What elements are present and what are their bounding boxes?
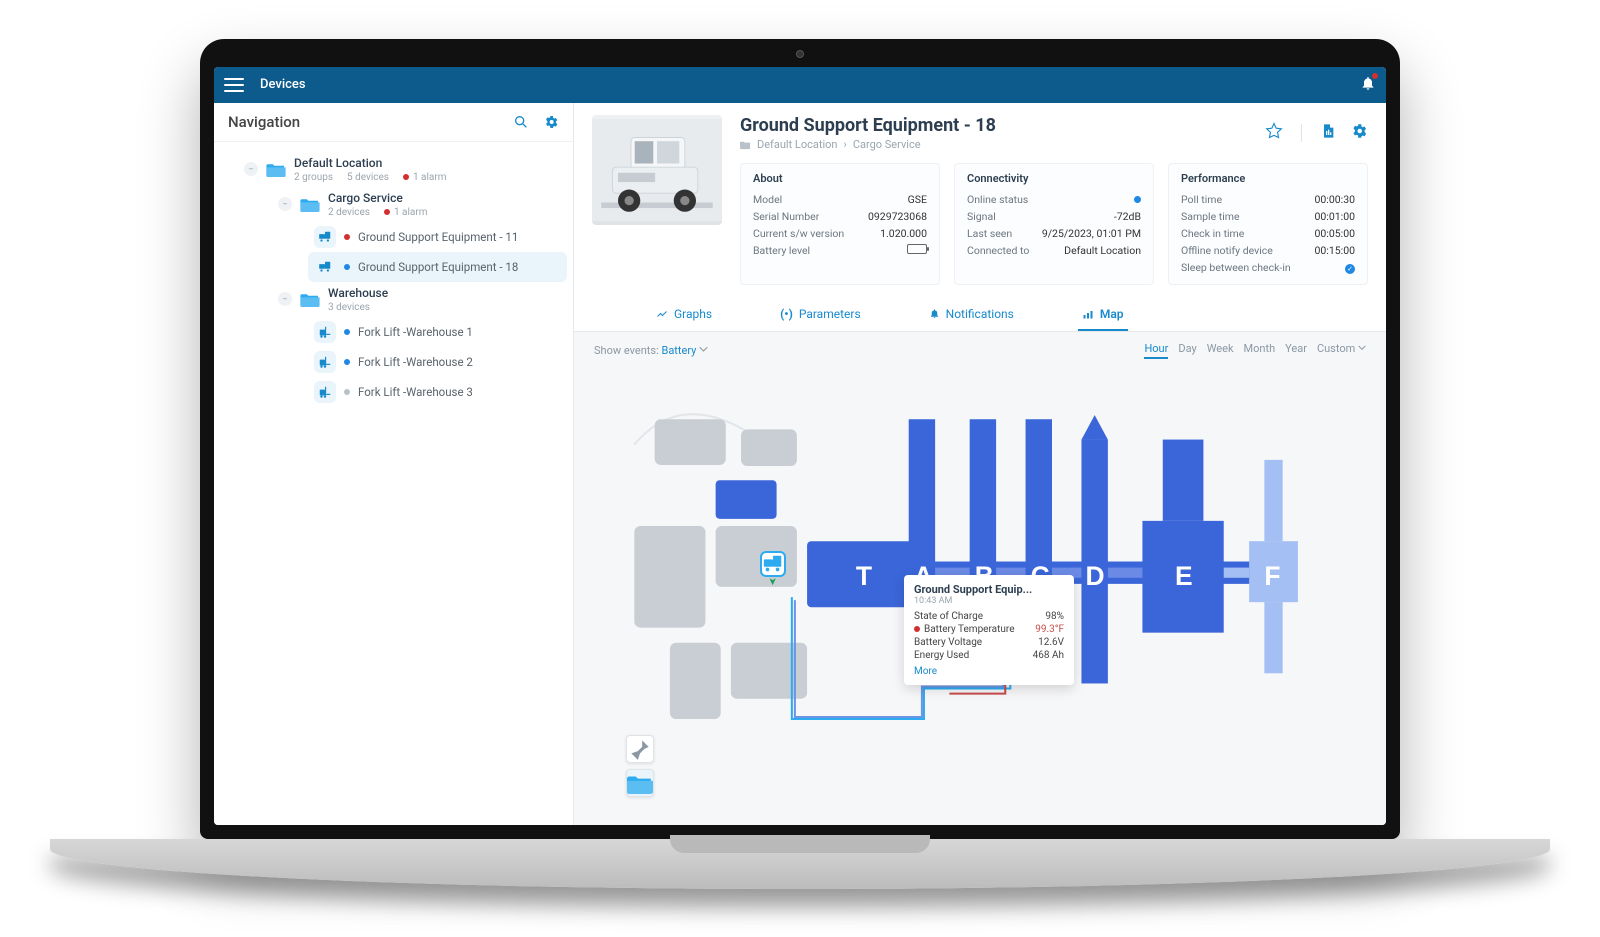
- breadcrumb: Default Location › Cargo Service: [740, 138, 996, 151]
- tree-device-gse-18[interactable]: Ground Support Equipment - 18: [308, 252, 567, 282]
- tree-device-label: Ground Support Equipment - 11: [358, 230, 518, 244]
- range-hour[interactable]: Hour: [1144, 342, 1168, 359]
- tab-parameters[interactable]: (•)Parameters: [776, 299, 865, 331]
- folder-icon: [300, 196, 320, 212]
- search-icon[interactable]: [513, 114, 529, 130]
- device-tree: – Default Location 2 groups 5 devices 1 …: [214, 142, 573, 825]
- tooltip-more-link[interactable]: More: [914, 666, 1064, 677]
- report-icon[interactable]: [1320, 123, 1336, 143]
- tree-node-label: Warehouse: [328, 286, 388, 300]
- collapse-icon[interactable]: –: [278, 292, 292, 306]
- range-day[interactable]: Day: [1178, 342, 1196, 359]
- svg-text:F: F: [1264, 560, 1280, 590]
- battery-icon: [907, 244, 927, 254]
- tree-device-label: Ground Support Equipment - 18: [358, 260, 518, 274]
- tree-device-forklift-2[interactable]: Fork Lift -Warehouse 2: [308, 347, 567, 377]
- detail-tabs: Graphs (•)Parameters Notifications: [592, 299, 1368, 331]
- tree-device-forklift-1[interactable]: Fork Lift -Warehouse 1: [308, 317, 567, 347]
- tree-node-label: Cargo Service: [328, 191, 428, 205]
- tree-device-label: Fork Lift -Warehouse 3: [358, 385, 473, 399]
- device-map-marker[interactable]: [760, 551, 786, 577]
- tree-folder-cargo-service[interactable]: – Cargo Service 2 devices 1 alarm: [272, 187, 567, 222]
- tree-device-forklift-3[interactable]: Fork Lift -Warehouse 3: [308, 377, 567, 407]
- collapse-icon[interactable]: –: [244, 162, 258, 176]
- tree-device-label: Fork Lift -Warehouse 1: [358, 325, 473, 339]
- tab-notifications[interactable]: Notifications: [925, 299, 1018, 331]
- gse-vehicle-icon: [314, 256, 336, 278]
- tooltip-title: Ground Support Equip...: [914, 583, 1064, 596]
- range-custom[interactable]: Custom: [1317, 342, 1366, 359]
- forklift-icon: [314, 381, 336, 403]
- device-title: Ground Support Equipment - 18: [740, 115, 996, 136]
- status-dot-offline: [344, 389, 350, 395]
- tree-folder-warehouse[interactable]: – Warehouse 3 devices: [272, 282, 567, 317]
- connectivity-card: Connectivity Online status Signal-72dB L…: [954, 163, 1154, 285]
- time-range-picker: Hour Day Week Month Year Custom: [1144, 342, 1366, 359]
- device-image: [592, 115, 722, 225]
- floor-map[interactable]: T A B C D E F: [614, 375, 1366, 809]
- online-status-dot: [1134, 196, 1141, 203]
- sidebar-title: Navigation: [228, 113, 300, 131]
- app-header: Devices: [214, 67, 1386, 103]
- status-dot-online: [344, 359, 350, 365]
- status-dot-alarm: [344, 234, 350, 240]
- svg-text:T: T: [856, 560, 872, 590]
- gse-vehicle-icon: [314, 226, 336, 248]
- range-week[interactable]: Week: [1207, 342, 1234, 359]
- pin-button[interactable]: [626, 735, 654, 763]
- svg-text:D: D: [1086, 560, 1105, 590]
- notifications-bell-icon[interactable]: [1360, 75, 1376, 95]
- svg-text:E: E: [1175, 560, 1193, 590]
- settings-icon[interactable]: [543, 114, 559, 130]
- menu-icon[interactable]: [224, 78, 244, 92]
- forklift-icon: [314, 321, 336, 343]
- tooltip-time: 10:43 AM: [914, 596, 1064, 606]
- status-dot-online: [344, 329, 350, 335]
- device-settings-icon[interactable]: [1350, 122, 1368, 144]
- navigation-sidebar: Navigation –: [214, 103, 574, 825]
- tree-node-label: Default Location: [294, 156, 447, 170]
- range-year[interactable]: Year: [1285, 342, 1307, 359]
- check-icon: ✓: [1345, 264, 1355, 274]
- map-tooltip: Ground Support Equip... 10:43 AM State o…: [904, 575, 1074, 685]
- page-title: Devices: [260, 77, 306, 92]
- tab-map[interactable]: Map: [1078, 299, 1128, 331]
- content-panel: Ground Support Equipment - 18 Default Lo…: [574, 103, 1386, 825]
- performance-card: Performance Poll time00:00:30 Sample tim…: [1168, 163, 1368, 285]
- tab-graphs[interactable]: Graphs: [652, 299, 716, 331]
- folder-icon: [300, 291, 320, 307]
- range-month[interactable]: Month: [1244, 342, 1276, 359]
- forklift-icon: [314, 351, 336, 373]
- tree-device-label: Fork Lift -Warehouse 2: [358, 355, 473, 369]
- chevron-down-icon: [1358, 344, 1366, 352]
- status-dot-online: [344, 264, 350, 270]
- tree-device-gse-11[interactable]: Ground Support Equipment - 11: [308, 222, 567, 252]
- about-card: About ModelGSE Serial Number0929723068 C…: [740, 163, 940, 285]
- collapse-icon[interactable]: –: [278, 197, 292, 211]
- show-events-filter[interactable]: Show events: Battery: [594, 344, 708, 357]
- chevron-down-icon: [699, 345, 708, 354]
- tree-folder-default-location[interactable]: – Default Location 2 groups 5 devices 1 …: [238, 152, 567, 187]
- favorite-star-icon[interactable]: [1265, 122, 1283, 144]
- folder-icon: [266, 161, 286, 177]
- layers-button[interactable]: [626, 769, 654, 797]
